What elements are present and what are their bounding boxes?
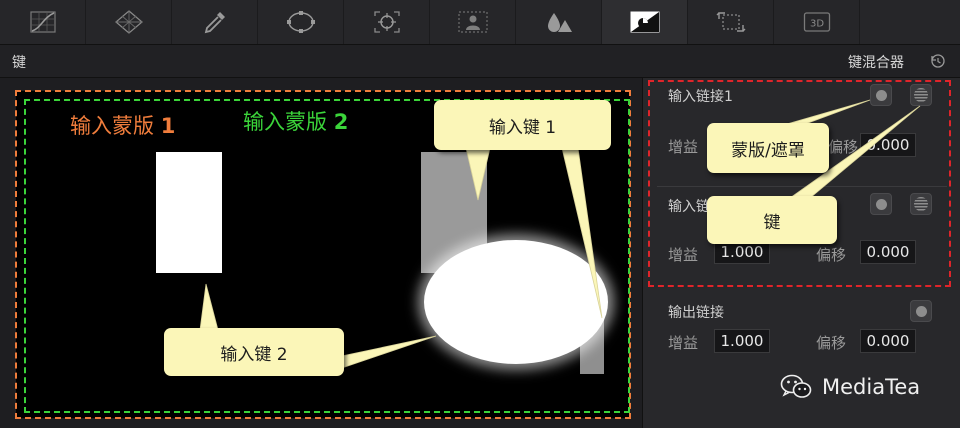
sizing-icon xyxy=(716,12,745,32)
power-window-icon xyxy=(286,11,315,33)
tracker-icon xyxy=(373,11,400,33)
3d-icon: 3D xyxy=(803,12,830,32)
qualifier-eyedropper-icon xyxy=(204,12,225,34)
tracker-tool-button[interactable] xyxy=(344,0,430,44)
wechat-icon xyxy=(780,374,812,398)
node-mode-label: 键混合器 xyxy=(848,55,904,71)
qualifier-tool-button[interactable] xyxy=(172,0,258,44)
callout-input-key-1: 输入键 1 xyxy=(434,100,611,150)
blur-tool-button[interactable] xyxy=(516,0,602,44)
output-link-label: 输出链接 xyxy=(668,305,724,321)
key-icon xyxy=(630,11,659,33)
output-offset-field[interactable]: 0.000 xyxy=(860,329,916,353)
svg-text:3D: 3D xyxy=(809,19,823,30)
curves-tool-button[interactable] xyxy=(0,0,86,44)
color-warper-icon xyxy=(114,10,143,34)
callout-matte-mask: 蒙版/遮罩 xyxy=(707,123,829,173)
magic-mask-tool-button[interactable] xyxy=(430,0,516,44)
output-offset-label: 偏移 xyxy=(816,334,847,352)
panel-header: 键 键混合器 xyxy=(0,45,960,78)
panel-title: 键 xyxy=(12,55,26,71)
reset-icon[interactable] xyxy=(930,53,946,69)
magic-mask-icon xyxy=(457,11,488,33)
window-tool-button[interactable] xyxy=(258,0,344,44)
matte-dot-icon xyxy=(915,305,927,317)
curves-icon xyxy=(29,11,56,33)
callout-key: 键 xyxy=(707,196,837,244)
input-links-highlight xyxy=(648,80,951,287)
sizing-tool-button[interactable] xyxy=(688,0,774,44)
output-gain-label: 增益 xyxy=(668,334,699,352)
output-matte-toggle[interactable] xyxy=(910,300,932,322)
input-matte-2-label: 输入蒙版 2 xyxy=(243,110,349,134)
key-tool-button[interactable] xyxy=(602,0,688,44)
watermark: MediaTea xyxy=(780,372,920,402)
3d-tool-button[interactable]: 3D xyxy=(774,0,860,44)
watermark-brand: MediaTea xyxy=(822,375,921,399)
blur-icon xyxy=(547,13,572,32)
color-warper-tool-button[interactable] xyxy=(86,0,172,44)
output-gain-field[interactable]: 1.000 xyxy=(714,329,770,353)
callout-input-key-2: 输入键 2 xyxy=(164,328,344,376)
input-matte-1-label: 输入蒙版 1 xyxy=(70,114,176,138)
toolbar: 3D xyxy=(0,0,960,45)
